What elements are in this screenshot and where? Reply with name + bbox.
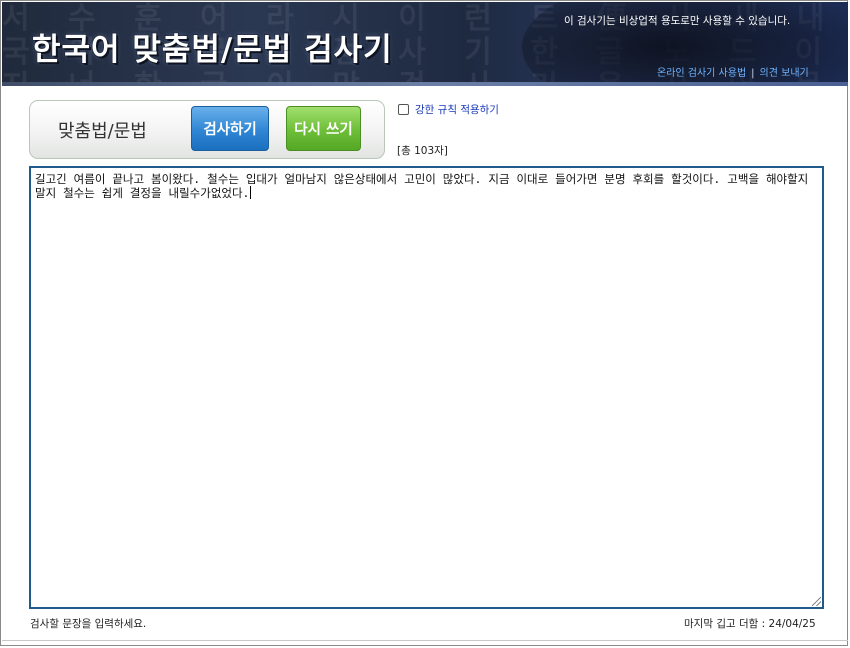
char-count: [총 103자]	[397, 145, 448, 157]
usage-guide-link[interactable]: 온라인 검사기 사용법	[657, 68, 746, 79]
text-caret	[250, 186, 252, 199]
usage-notice: 이 검사기는 비상업적 용도로만 사용할 수 있습니다.	[564, 15, 791, 27]
check-button[interactable]: 검사하기	[191, 106, 269, 151]
strict-rule-checkbox[interactable]	[398, 104, 409, 115]
input-hint: 검사할 문장을 입력하세요.	[30, 618, 147, 630]
header-links: 온라인 검사기 사용법 | 의견 보내기	[657, 64, 809, 79]
editor-text: 길고긴 여름이 끝나고 봄이왔다. 철수는 입대가 얼마남지 않은상태에서 고민…	[35, 172, 809, 200]
resize-grip-icon[interactable]	[812, 597, 821, 606]
reset-button[interactable]: 다시 쓰기	[286, 106, 361, 151]
text-input-area[interactable]: 길고긴 여름이 끝나고 봄이왔다. 철수는 입대가 얼마남지 않은상태에서 고민…	[29, 166, 824, 609]
footer-divider	[2, 640, 848, 641]
link-separator: |	[751, 68, 755, 79]
app-window: 서 수 훈 어 라 시 이 런 트 便 사 새 내 플 국 이 맞 문 법 검 …	[0, 0, 848, 646]
strict-rule-option[interactable]: 강한 규칙 적용하기	[398, 102, 499, 117]
last-updated: 마지막 깁고 더함 : 24/04/25	[684, 618, 816, 630]
feedback-link[interactable]: 의견 보내기	[760, 68, 809, 79]
panel-title: 맞춤법/문법	[58, 121, 147, 142]
control-panel: 맞춤법/문법 검사하기 다시 쓰기	[29, 100, 385, 159]
banner-divider	[2, 82, 848, 86]
strict-rule-label[interactable]: 강한 규칙 적용하기	[415, 102, 499, 117]
header-banner: 서 수 훈 어 라 시 이 런 트 便 사 새 내 플 국 이 맞 문 법 검 …	[2, 2, 848, 86]
site-logo[interactable]: 한국어 맞춤법/문법 검사기	[31, 24, 393, 69]
